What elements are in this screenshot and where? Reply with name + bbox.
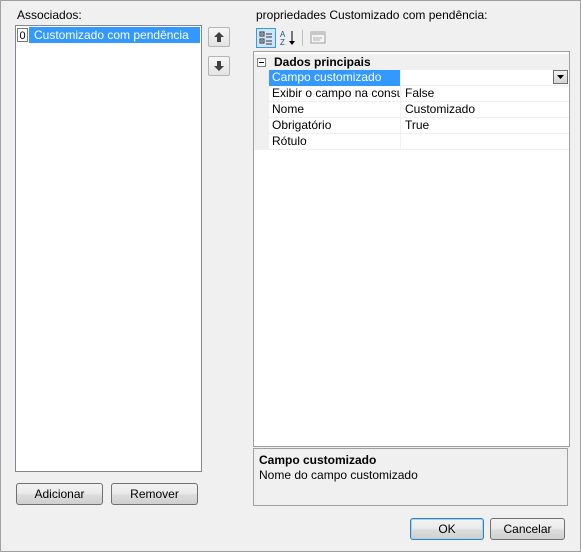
row-gutter xyxy=(254,86,269,102)
ok-button-label: OK xyxy=(438,522,456,536)
description-text: Nome do campo customizado xyxy=(259,468,418,482)
associated-listbox[interactable]: 0 Customizado com pendência xyxy=(15,25,202,472)
cancel-button[interactable]: Cancelar xyxy=(490,518,565,540)
properties-label: propriedades Customizado com pendência: xyxy=(256,8,488,22)
property-pages-button[interactable] xyxy=(308,28,328,48)
move-up-button[interactable] xyxy=(208,27,230,47)
category-label: Dados principais xyxy=(274,55,371,69)
list-item-label: Customizado com pendência xyxy=(29,27,200,43)
chevron-down-icon xyxy=(557,75,564,79)
move-down-button[interactable] xyxy=(208,56,230,76)
property-row-exibir[interactable]: Exibir o campo na consulta False xyxy=(254,86,569,102)
category-row[interactable]: Dados principais xyxy=(254,54,569,70)
property-name: Nome xyxy=(269,102,401,118)
arrow-up-icon xyxy=(214,32,224,42)
property-row-obrigatorio[interactable]: Obrigatório True xyxy=(254,118,569,134)
sort-az-icon: A Z xyxy=(280,30,295,47)
property-pages-icon xyxy=(310,31,326,44)
alphabetical-sort-button[interactable]: A Z xyxy=(278,28,298,48)
property-row-rotulo[interactable]: Rótulo xyxy=(254,134,569,150)
remove-button-label: Remover xyxy=(130,487,179,501)
property-grid[interactable]: Dados principais Campo customizado Exibi… xyxy=(253,51,570,447)
description-panel: Campo customizado Nome do campo customiz… xyxy=(253,448,568,506)
property-name: Campo customizado xyxy=(269,70,401,86)
categorized-icon xyxy=(259,31,272,45)
property-name: Exibir o campo na consulta xyxy=(269,86,401,102)
property-value[interactable]: True xyxy=(402,118,569,134)
property-name: Obrigatório xyxy=(269,118,401,134)
row-gutter xyxy=(254,70,269,86)
cancel-button-label: Cancelar xyxy=(503,522,552,536)
dropdown-button[interactable] xyxy=(553,70,568,84)
property-row-nome[interactable]: Nome Customizado xyxy=(254,102,569,118)
ok-button[interactable]: OK xyxy=(410,518,484,540)
row-gutter xyxy=(254,118,269,134)
list-item-index: 0 xyxy=(17,28,28,42)
list-item[interactable]: 0 Customizado com pendência xyxy=(17,27,200,43)
collapse-icon[interactable] xyxy=(257,57,266,67)
property-row-campo-customizado[interactable]: Campo customizado xyxy=(254,70,569,86)
remove-button[interactable]: Remover xyxy=(111,483,198,505)
svg-text:Z: Z xyxy=(280,38,285,47)
toolbar-separator xyxy=(302,30,303,46)
property-value[interactable] xyxy=(402,134,569,150)
property-value[interactable] xyxy=(402,70,569,86)
property-value[interactable]: False xyxy=(402,86,569,102)
property-value[interactable]: Customizado xyxy=(402,102,569,118)
row-gutter xyxy=(254,134,269,150)
property-name: Rótulo xyxy=(269,134,401,150)
description-title: Campo customizado xyxy=(259,453,377,467)
arrow-down-icon xyxy=(214,61,224,71)
categorized-button[interactable] xyxy=(256,28,276,48)
add-button-label: Adicionar xyxy=(34,487,85,501)
row-gutter xyxy=(254,102,269,118)
add-button[interactable]: Adicionar xyxy=(16,483,103,505)
associated-label: Associados: xyxy=(17,8,82,22)
